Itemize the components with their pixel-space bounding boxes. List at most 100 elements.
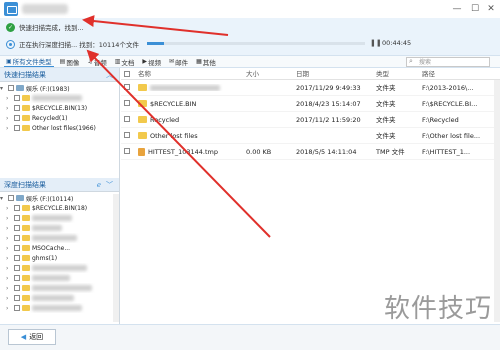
checkbox[interactable]	[124, 99, 130, 106]
file-type: TMP 文件	[376, 147, 405, 156]
chevron-up-icon[interactable]: ︿	[106, 68, 113, 82]
expand-icon[interactable]: ›	[6, 215, 12, 222]
checkbox[interactable]	[14, 295, 20, 301]
checkbox[interactable]	[14, 255, 20, 261]
tree-item[interactable]: › MSOCache...	[0, 243, 119, 253]
table-row[interactable]: Other lost files 文件夹 F:\Other lost file.…	[121, 128, 500, 144]
back-button[interactable]: ◀ 返回	[8, 329, 56, 345]
expand-icon[interactable]: ›	[6, 255, 12, 262]
tree-item[interactable]: ›	[0, 263, 119, 273]
tree-item[interactable]: › ghms(1)	[0, 253, 119, 263]
expand-icon[interactable]: ›	[6, 275, 12, 282]
expand-icon[interactable]: ›	[6, 95, 12, 102]
row-checkbox[interactable]	[121, 80, 135, 96]
expand-icon[interactable]: ›	[6, 265, 12, 272]
expand-icon[interactable]: ›	[6, 285, 12, 292]
tree-item[interactable]: ›	[0, 293, 119, 303]
tab-images[interactable]: ▤ 图像	[58, 57, 82, 67]
column-size[interactable]: 大小	[243, 68, 293, 79]
expand-icon[interactable]: ›	[6, 235, 12, 242]
expand-icon[interactable]: ›	[6, 205, 12, 212]
tree-item[interactable]: › Other lost files(1966)	[0, 123, 119, 133]
expand-icon[interactable]: ▾	[0, 85, 6, 92]
checkbox[interactable]	[124, 71, 130, 77]
checkbox[interactable]	[14, 245, 20, 251]
file-icon	[138, 147, 145, 156]
tab-mail[interactable]: ✉ 邮件	[167, 57, 190, 67]
search-input[interactable]: 搜索	[406, 57, 490, 67]
checkbox[interactable]	[124, 147, 130, 154]
checkbox[interactable]	[14, 215, 20, 221]
table-row[interactable]: $RECYCLE.BIN 2018/4/23 15:14:07 文件夹 F:\$…	[121, 96, 500, 112]
row-checkbox[interactable]	[121, 128, 135, 144]
browser-icon[interactable]: ℯ	[97, 178, 101, 192]
checkbox[interactable]	[14, 125, 20, 131]
row-checkbox[interactable]	[121, 144, 135, 160]
table-row[interactable]: Recycled 2017/11/2 11:59:20 文件夹 F:\Recyc…	[121, 112, 500, 128]
checkbox[interactable]	[14, 235, 20, 241]
tree-item[interactable]: ›	[0, 303, 119, 313]
checkbox[interactable]	[14, 115, 20, 121]
expand-icon[interactable]: ›	[6, 295, 12, 302]
scan-icon	[6, 39, 15, 49]
table-row[interactable]: HITTEST_103144.tmp 0.00 KB 2018/5/5 14:1…	[121, 144, 500, 160]
tree-item[interactable]: ›	[0, 283, 119, 293]
checkbox[interactable]	[14, 285, 20, 291]
checkbox[interactable]	[14, 305, 20, 311]
chevron-down-icon[interactable]: ﹀	[106, 178, 113, 192]
back-arrow-icon: ◀	[20, 333, 27, 341]
tree-item[interactable]: ›	[0, 213, 119, 223]
close-button[interactable]: ✕	[482, 2, 500, 16]
list-scrollbar[interactable]	[494, 80, 500, 322]
expand-icon[interactable]: ›	[6, 225, 12, 232]
checkbox[interactable]	[8, 195, 14, 201]
quick-scan-header[interactable]: 快速扫描结果 ︿	[0, 68, 119, 82]
tab-video[interactable]: ▶ 视频	[140, 57, 163, 67]
checkbox[interactable]	[14, 225, 20, 231]
checkbox[interactable]	[124, 131, 130, 138]
column-name[interactable]: 名称	[135, 68, 243, 79]
tree-item[interactable]: ›	[0, 233, 119, 243]
expand-icon[interactable]: ›	[6, 115, 12, 122]
checkbox[interactable]	[8, 85, 14, 91]
folder-icon	[138, 84, 147, 91]
tree-item[interactable]: ›	[0, 273, 119, 283]
pause-icon[interactable]: ❚❚	[370, 39, 382, 47]
checkbox[interactable]	[14, 95, 20, 101]
tree-label: ghms(1)	[32, 254, 58, 262]
folder-icon	[22, 255, 30, 261]
select-all-checkbox[interactable]	[121, 68, 135, 79]
deep-scan-header[interactable]: 深度扫描结果 ℯ ﹀	[0, 178, 119, 192]
tab-documents[interactable]: ▥ 文档	[113, 57, 137, 67]
checkbox[interactable]	[14, 105, 20, 111]
tree-item[interactable]: › Recycled(1)	[0, 113, 119, 123]
checkbox[interactable]	[14, 275, 20, 281]
tree-scrollbar[interactable]	[113, 194, 119, 322]
checkbox[interactable]	[124, 115, 130, 122]
expand-icon[interactable]: ▾	[0, 195, 6, 202]
folder-icon	[22, 245, 30, 251]
expand-icon[interactable]: ›	[6, 105, 12, 112]
tab-other[interactable]: ▦ 其他	[194, 57, 218, 67]
table-row[interactable]: 2017/11/29 9:49:33 文件夹 F:\2013-2016\...	[121, 80, 500, 96]
minimize-button[interactable]: —	[448, 2, 466, 16]
column-date[interactable]: 日期	[293, 68, 373, 79]
row-checkbox[interactable]	[121, 112, 135, 128]
tab-all-types[interactable]: ▣ 所有文件类型	[4, 56, 54, 67]
tree-item[interactable]: ›	[0, 93, 119, 103]
column-path[interactable]: 路径	[419, 68, 500, 79]
tree-item[interactable]: › $RECYCLE.BIN(18)	[0, 203, 119, 213]
column-type[interactable]: 类型	[373, 68, 419, 79]
expand-icon[interactable]: ›	[6, 125, 12, 132]
tree-drive-deep[interactable]: ▾ 娱乐 (F:)(10114)	[0, 193, 119, 203]
checkbox[interactable]	[14, 265, 20, 271]
checkbox[interactable]	[124, 83, 130, 90]
checkbox[interactable]	[14, 205, 20, 211]
tab-audio[interactable]: ♫ 音频	[85, 57, 108, 67]
tree-item[interactable]: › $RECYCLE.BIN(13)	[0, 103, 119, 113]
row-checkbox[interactable]	[121, 96, 135, 112]
expand-icon[interactable]: ›	[6, 245, 12, 252]
tree-drive-quick[interactable]: ▾ 娱乐 (F:)(1983)	[0, 83, 119, 93]
tree-item[interactable]: ›	[0, 223, 119, 233]
expand-icon[interactable]: ›	[6, 305, 12, 312]
